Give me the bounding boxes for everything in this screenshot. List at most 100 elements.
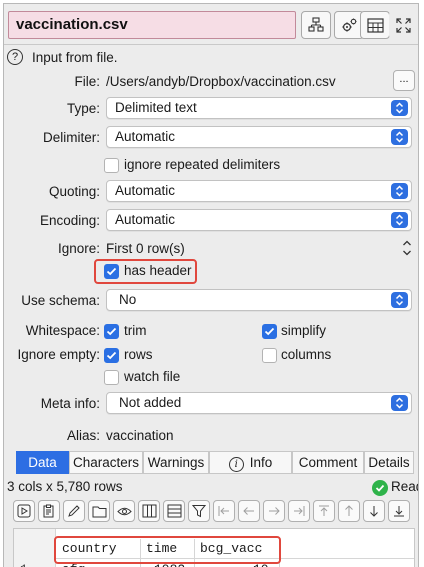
arrow-up-icon [345, 505, 353, 516]
schema-dropdown[interactable]: No [106, 289, 412, 311]
play-button[interactable] [13, 500, 35, 522]
connector-icon [308, 17, 324, 32]
filter-button[interactable] [188, 500, 210, 522]
bottom-button[interactable] [388, 500, 410, 522]
chevron-updown-icon [391, 292, 408, 308]
tab-data[interactable]: Data [16, 451, 69, 474]
quoting-dropdown[interactable]: Automatic [106, 180, 412, 202]
expand-button[interactable] [389, 11, 417, 39]
watch-file-label: watch file [124, 369, 181, 384]
first-icon [218, 506, 229, 516]
delimiter-label: Delimiter: [42, 130, 100, 145]
rows-icon [167, 504, 181, 518]
meta-info-value: Not added [119, 395, 182, 410]
next-button[interactable] [263, 500, 285, 522]
edit-button[interactable] [63, 500, 85, 522]
table-icon [366, 17, 384, 33]
arrow-left-icon [243, 507, 254, 515]
alias-value[interactable]: vaccination [106, 428, 174, 443]
check-icon [106, 351, 117, 360]
up-button[interactable] [338, 500, 360, 522]
watch-file-checkbox[interactable] [104, 370, 119, 385]
last-column-button[interactable] [288, 500, 310, 522]
columns-view-button[interactable] [138, 500, 160, 522]
ignore-rows-value[interactable]: First 0 row(s) [106, 241, 185, 256]
tab-info[interactable]: i Info [209, 451, 292, 474]
columns-icon [142, 504, 156, 518]
rows-label: rows [124, 347, 153, 362]
help-text: Input from file. [32, 50, 118, 65]
first-column-button[interactable] [213, 500, 235, 522]
node-title: vaccination.csv [16, 16, 128, 33]
chevron-updown-icon [391, 129, 408, 145]
check-icon [106, 327, 117, 336]
filter-icon [192, 505, 206, 518]
chevron-updown-icon [391, 212, 408, 228]
encoding-value: Automatic [115, 212, 176, 227]
check-icon [264, 327, 275, 336]
type-label: Type: [66, 101, 100, 116]
arrow-down-icon [370, 506, 378, 517]
down-button[interactable] [363, 500, 385, 522]
columns-checkbox[interactable] [262, 348, 277, 363]
stepper-icon [403, 240, 411, 256]
type-dropdown[interactable]: Delimited text [106, 97, 412, 119]
read-status-icon [372, 480, 388, 496]
top-button[interactable] [313, 500, 335, 522]
data-table[interactable]: country time bcg_vacc 1 afg 1982 10 [13, 528, 415, 567]
ignore-repeated-label: ignore repeated delimiters [124, 157, 281, 172]
clipboard-icon [43, 504, 54, 518]
chevron-updown-icon [391, 100, 408, 116]
tab-comment[interactable]: Comment [292, 451, 364, 474]
ignore-empty-label: Ignore empty: [17, 347, 100, 362]
encoding-label: Encoding: [39, 213, 100, 228]
columns-label: columns [281, 347, 332, 362]
schema-value: No [119, 292, 137, 307]
meta-info-dropdown[interactable]: Not added [106, 392, 412, 414]
rows-checkbox[interactable] [104, 348, 119, 363]
open-folder-button[interactable] [88, 500, 110, 522]
info-icon: i [228, 457, 244, 472]
expand-icon [395, 17, 411, 33]
check-icon [106, 267, 117, 276]
row-count-summary: 3 cols x 5,780 rows [7, 479, 123, 494]
tab-characters[interactable]: Characters [69, 451, 143, 474]
tab-warnings[interactable]: Warnings [143, 451, 209, 474]
has-header-label: has header [124, 263, 192, 278]
eye-icon [116, 507, 132, 515]
schema-label: Use schema: [21, 293, 100, 308]
simplify-checkbox[interactable] [262, 324, 277, 339]
delimiter-dropdown[interactable]: Automatic [106, 126, 412, 148]
arrow-right-icon [269, 507, 280, 515]
read-status-label: Read [391, 479, 418, 494]
table-view-button[interactable] [360, 11, 390, 39]
tab-info-label: Info [249, 455, 273, 470]
pencil-icon [68, 505, 80, 517]
has-header-checkbox[interactable] [104, 264, 119, 279]
previous-button[interactable] [238, 500, 260, 522]
view-button[interactable] [113, 500, 135, 522]
folder-icon [92, 506, 106, 517]
quoting-value: Automatic [115, 183, 176, 198]
simplify-label: simplify [281, 323, 327, 338]
chevron-updown-icon [391, 183, 408, 199]
connector-button[interactable] [301, 11, 331, 39]
ignore-repeated-checkbox[interactable] [104, 158, 119, 173]
trim-checkbox[interactable] [104, 324, 119, 339]
encoding-dropdown[interactable]: Automatic [106, 209, 412, 231]
gear-icon [342, 18, 356, 31]
input-node-panel: vaccination.csv ? Input from file. File:… [3, 3, 419, 567]
tab-details[interactable]: Details [364, 451, 414, 474]
browse-button[interactable]: ... [393, 70, 415, 91]
node-title-field[interactable]: vaccination.csv [8, 11, 296, 39]
chevron-updown-icon [391, 395, 408, 411]
rows-view-button[interactable] [163, 500, 185, 522]
play-icon [17, 504, 31, 518]
delimiter-value: Automatic [115, 129, 176, 144]
copy-button[interactable] [38, 500, 60, 522]
ignore-stepper[interactable] [401, 238, 413, 258]
header-divider [4, 44, 418, 45]
type-value: Delimited text [115, 100, 197, 115]
meta-info-label: Meta info: [40, 396, 100, 411]
help-icon[interactable]: ? [7, 49, 23, 65]
